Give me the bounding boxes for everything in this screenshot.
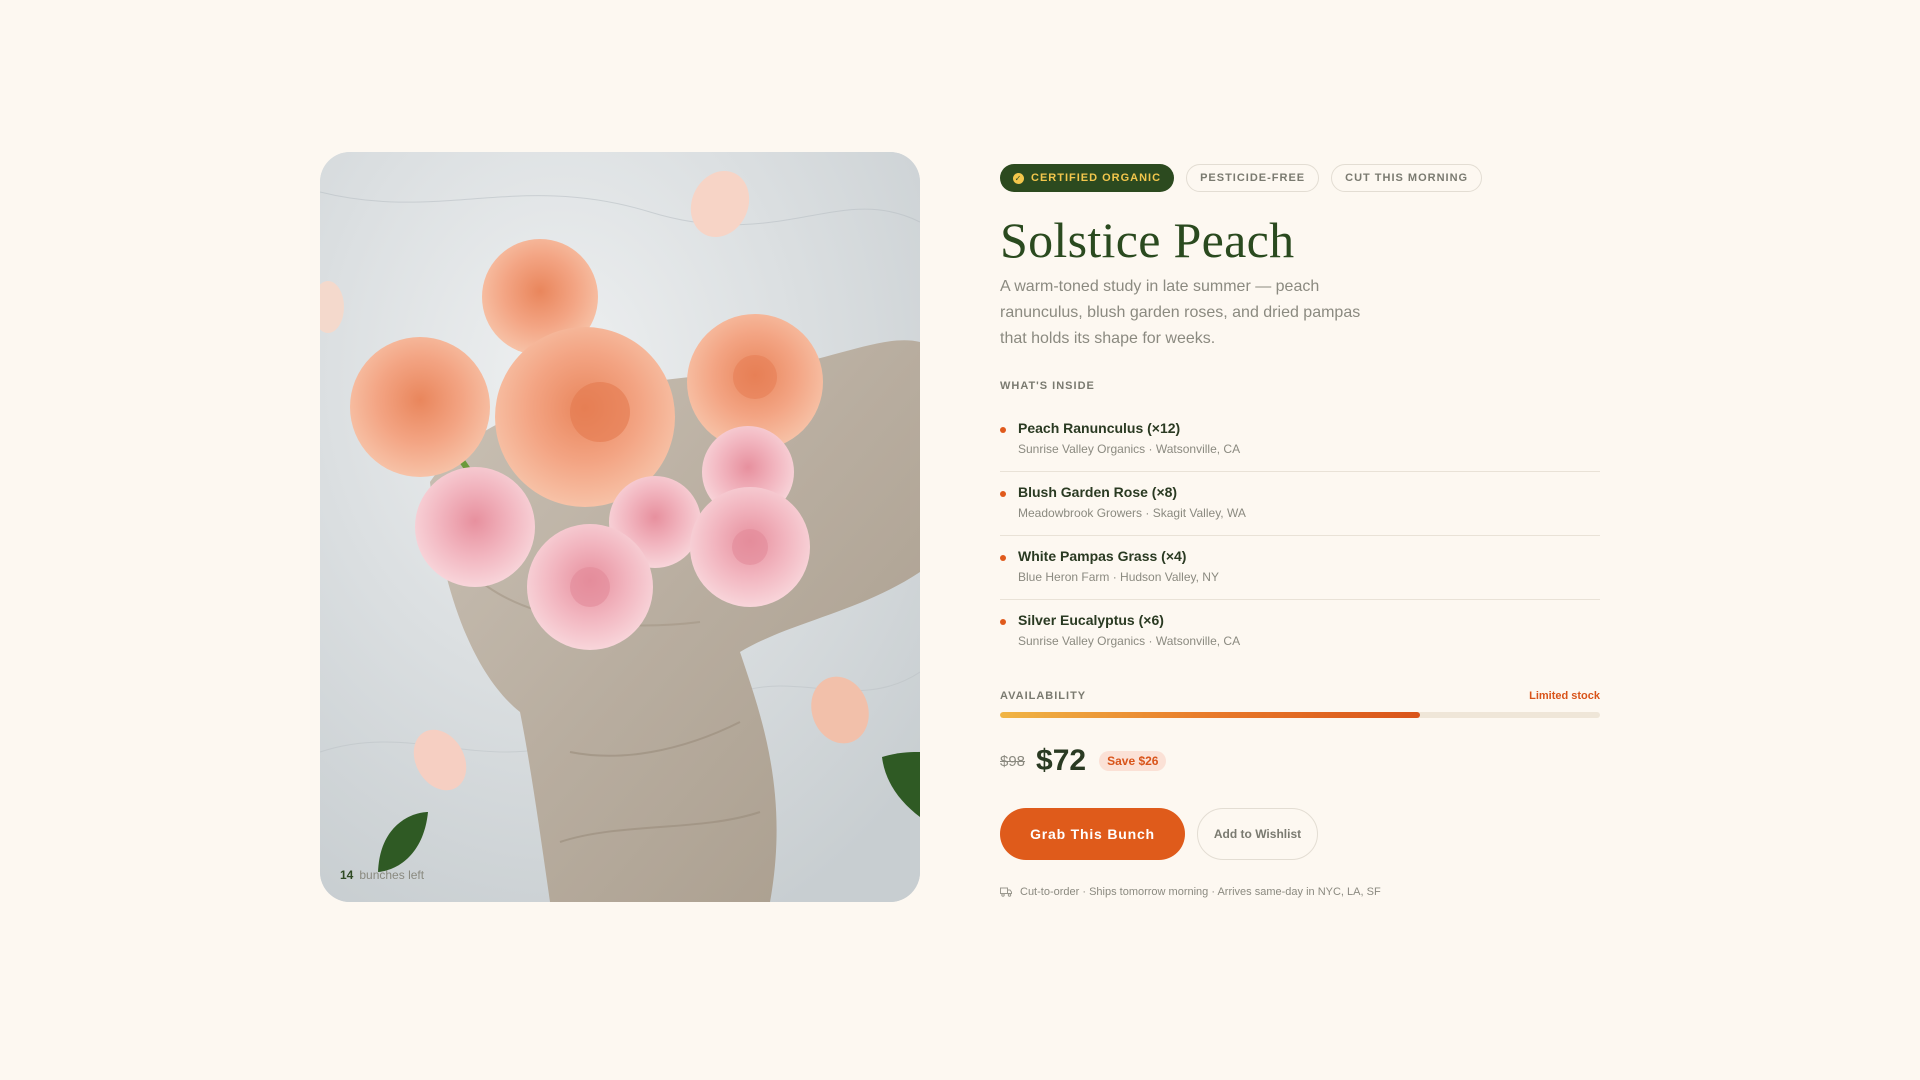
truck-icon bbox=[1000, 887, 1012, 897]
item-origin: Blue Heron Farm · Hudson Valley, NY bbox=[1018, 570, 1219, 584]
item-name: White Pampas Grass (×4) bbox=[1018, 548, 1187, 564]
badge-label: PESTICIDE-FREE bbox=[1200, 172, 1306, 184]
availability-header: AVAILABILITY Limited stock bbox=[1000, 690, 1600, 702]
bouquet-illustration bbox=[320, 152, 920, 902]
badge-label: CERTIFIED ORGANIC bbox=[1031, 172, 1162, 184]
product-description: A warm-toned study in late summer — peac… bbox=[1000, 278, 1361, 347]
badge-label: CUT THIS MORNING bbox=[1345, 172, 1469, 184]
action-row: Grab This Bunch Add to Wishlist bbox=[1000, 808, 1600, 860]
bullet-icon bbox=[1000, 619, 1006, 625]
savings-badge: Save $26 bbox=[1099, 751, 1167, 771]
list-item: Blush Garden Rose (×8) Meadowbrook Growe… bbox=[1000, 472, 1600, 536]
item-name: Blush Garden Rose (×8) bbox=[1018, 484, 1178, 500]
item-name: Peach Ranunculus (×12) bbox=[1018, 420, 1181, 436]
list-item: White Pampas Grass (×4) Blue Heron Farm … bbox=[1000, 536, 1600, 600]
availability-label: AVAILABILITY bbox=[1000, 690, 1087, 702]
contents-list: Peach Ranunculus (×12) Sunrise Valley Or… bbox=[1000, 408, 1600, 664]
item-origin: Sunrise Valley Organics · Watsonville, C… bbox=[1018, 442, 1241, 456]
price-row: $98 $72 Save $26 bbox=[1000, 744, 1600, 778]
grab-bunch-button[interactable]: Grab This Bunch bbox=[1000, 808, 1185, 860]
bullet-icon bbox=[1000, 427, 1006, 433]
current-price: $72 bbox=[1036, 744, 1087, 777]
item-origin: Meadowbrook Growers · Skagit Valley, WA bbox=[1018, 506, 1246, 520]
availability-bar-fill bbox=[1000, 712, 1420, 718]
item-origin: Sunrise Valley Organics · Watsonville, C… bbox=[1018, 634, 1241, 648]
availability-bar bbox=[1000, 712, 1600, 718]
product-title: Solstice Peach bbox=[1000, 212, 1295, 268]
badge-pesticide-free: PESTICIDE-FREE bbox=[1186, 164, 1320, 192]
stock-remaining: 14 bunches left bbox=[340, 868, 424, 882]
check-icon: ✓ bbox=[1013, 172, 1024, 184]
badge-certified-organic: ✓ CERTIFIED ORGANIC bbox=[1000, 164, 1175, 192]
add-to-wishlist-button[interactable]: Add to Wishlist bbox=[1197, 808, 1318, 860]
stock-label: bunches left bbox=[359, 868, 425, 882]
bullet-icon bbox=[1000, 491, 1006, 497]
list-item: Silver Eucalyptus (×6) Sunrise Valley Or… bbox=[1000, 600, 1600, 664]
badge-row: ✓ CERTIFIED ORGANIC PESTICIDE-FREE CUT T… bbox=[1000, 164, 1600, 192]
badge-cut-this-morning: CUT THIS MORNING bbox=[1331, 164, 1483, 192]
bullet-icon bbox=[1000, 555, 1006, 561]
availability-status: Limited stock bbox=[1529, 690, 1600, 702]
item-name: Silver Eucalyptus (×6) bbox=[1018, 612, 1164, 628]
contents-heading: WHAT'S INSIDE bbox=[1000, 380, 1095, 392]
stock-count: 14 bbox=[340, 868, 354, 882]
list-item: Peach Ranunculus (×12) Sunrise Valley Or… bbox=[1000, 408, 1600, 472]
product-details: ✓ CERTIFIED ORGANIC PESTICIDE-FREE CUT T… bbox=[1000, 164, 1600, 898]
original-price: $98 bbox=[1000, 752, 1026, 770]
shipping-text: Cut-to-order · Ships tomorrow morning · … bbox=[1020, 886, 1381, 898]
product-photo: 14 bunches left bbox=[320, 152, 920, 902]
shipping-info: Cut-to-order · Ships tomorrow morning · … bbox=[1000, 886, 1600, 898]
